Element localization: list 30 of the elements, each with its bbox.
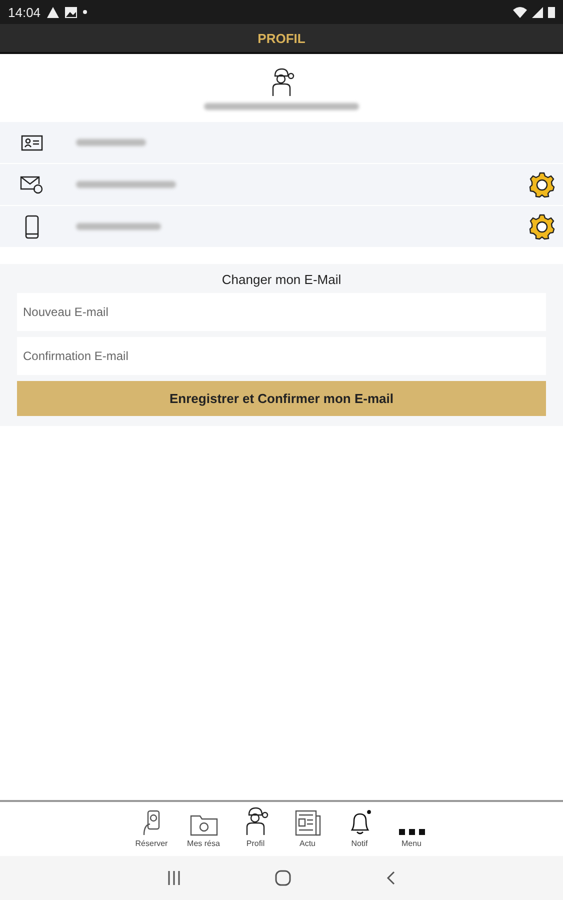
phone-icon: [25, 214, 39, 238]
nav-tab[interactable]: Réserver: [132, 810, 170, 848]
newspaper-icon: [294, 810, 320, 836]
envelope-icon: [20, 176, 44, 194]
nav-tab[interactable]: Notif: [340, 810, 378, 848]
more-icon: [398, 828, 424, 836]
home-icon[interactable]: [274, 870, 290, 886]
dot-icon: [82, 10, 87, 14]
wifi-icon: [513, 6, 527, 18]
form-title: Changer mon E-Mail: [220, 272, 342, 287]
clock: 14:04: [8, 4, 41, 20]
signal-icon: [532, 6, 543, 18]
recent-apps-icon[interactable]: [168, 871, 180, 885]
back-icon[interactable]: [386, 871, 396, 885]
email-field[interactable]: Nouveau E-mail: [17, 293, 546, 331]
settings-icon[interactable]: [529, 172, 555, 198]
warning-icon: [46, 6, 59, 18]
settings-icon[interactable]: [529, 214, 555, 240]
page-title: PROFIL: [258, 30, 306, 46]
redacted-value: [76, 139, 146, 146]
phone-hand-icon: [140, 810, 162, 836]
nav-tab[interactable]: Profil: [236, 806, 274, 848]
nav-tab[interactable]: Mes résa: [184, 812, 222, 848]
email-field[interactable]: Confirmation E-mail: [17, 337, 546, 375]
id-card-icon: [21, 134, 43, 150]
save-button[interactable]: Enregistrer et Confirmer mon E-mail: [17, 381, 546, 416]
nav-tab[interactable]: Menu: [392, 828, 430, 848]
battery-icon: [548, 6, 555, 18]
nav-tab[interactable]: Actu: [288, 810, 326, 848]
image-icon: [64, 6, 77, 18]
